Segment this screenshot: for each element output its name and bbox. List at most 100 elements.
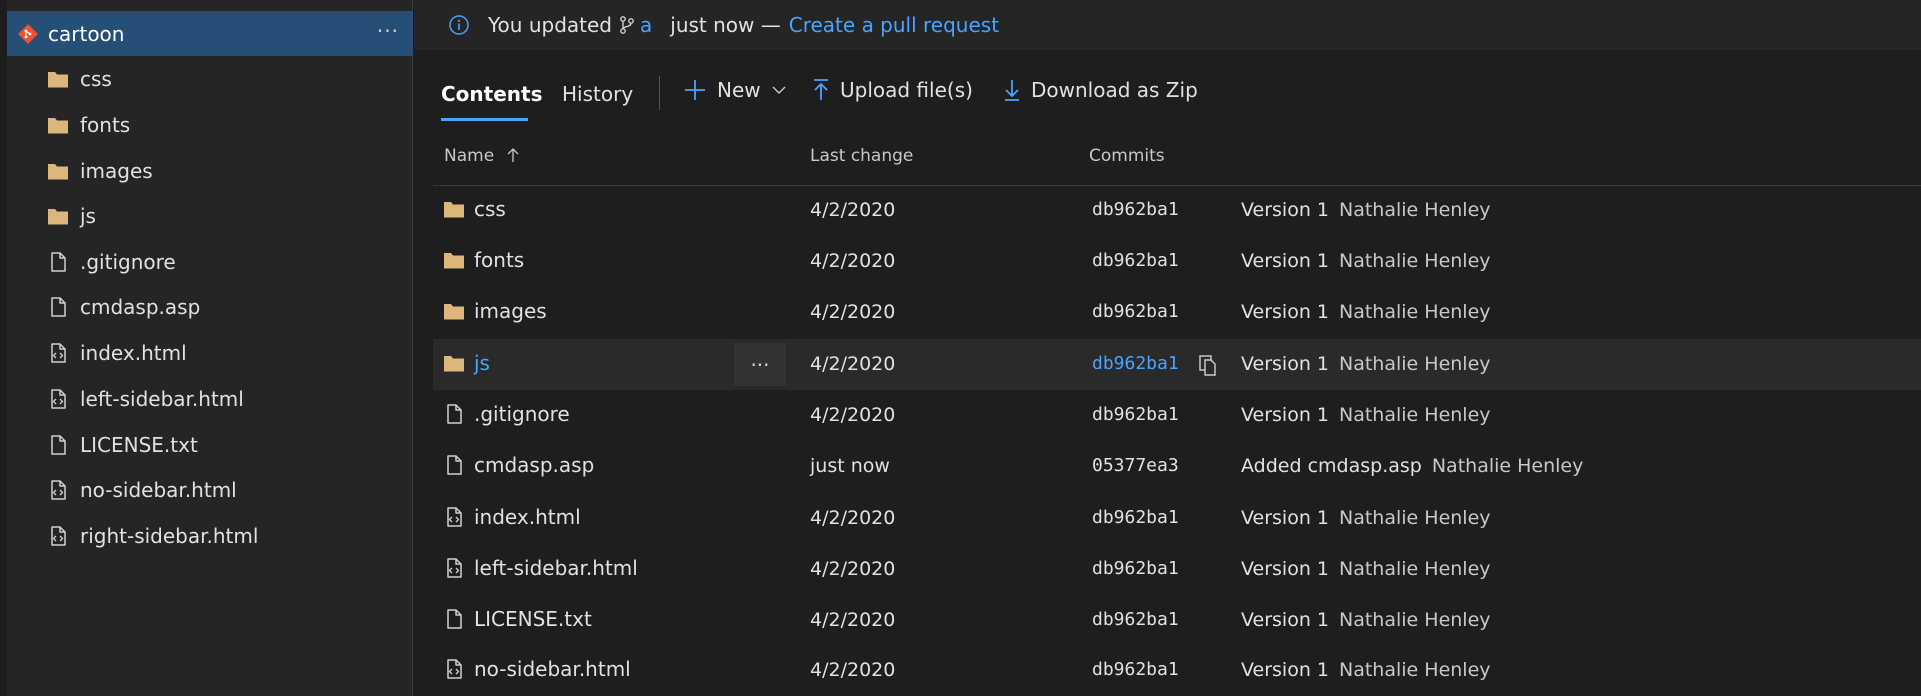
commit-id[interactable]: db962ba1 (1092, 301, 1179, 322)
new-button-label: New (717, 78, 761, 102)
column-header-name-label: Name (444, 146, 495, 166)
commit-message: Version 1 (1241, 404, 1329, 426)
sidebar-item-label: index.html (80, 341, 187, 365)
sidebar-item-cmdasp[interactable]: cmdasp.asp (47, 292, 200, 322)
folder-icon (443, 249, 465, 271)
commit-id[interactable]: db962ba1 (1092, 659, 1179, 680)
folder-icon (443, 300, 465, 322)
sidebar-item-fonts[interactable]: fonts (47, 110, 130, 140)
sidebar-item-js[interactable]: js (47, 201, 96, 231)
commit-id[interactable]: 05377ea3 (1092, 455, 1179, 476)
commit-message: Version 1 (1241, 353, 1329, 375)
column-header-last-change[interactable]: Last change (810, 146, 913, 166)
git-icon (18, 23, 38, 44)
file-name[interactable]: .gitignore (474, 402, 570, 426)
commit-author: Nathalie Henley (1339, 199, 1491, 221)
commit-id[interactable]: db962ba1 (1092, 250, 1179, 271)
commit-author: Nathalie Henley (1339, 404, 1491, 426)
arrow-up-icon (507, 148, 519, 162)
table-row[interactable]: images 4/2/2020 db962ba1 Version 1 Nathal… (433, 287, 1921, 338)
download-zip-button[interactable]: Download as Zip (1003, 78, 1198, 102)
commit-author: Nathalie Henley (1339, 558, 1491, 580)
upload-files-button[interactable]: Upload file(s) (812, 78, 973, 102)
sidebar-item-css[interactable]: css (47, 64, 112, 94)
column-header-name[interactable]: Name (444, 146, 520, 166)
info-icon (449, 15, 469, 35)
folder-icon (47, 68, 69, 90)
commit-id[interactable]: db962ba1 (1092, 404, 1179, 425)
file-name[interactable]: js (474, 351, 490, 375)
branch-icon (620, 16, 634, 34)
commit-author: Nathalie Henley (1339, 507, 1491, 529)
commit-author: Nathalie Henley (1431, 455, 1584, 477)
file-name[interactable]: fonts (474, 248, 524, 272)
commit-id[interactable]: db962ba1 (1092, 199, 1179, 220)
code-file-icon (47, 342, 69, 364)
copy-icon[interactable] (1197, 353, 1219, 377)
sidebar-item-index[interactable]: index.html (47, 338, 187, 368)
code-file-icon (443, 557, 465, 579)
commit-message: Version 1 (1241, 301, 1329, 323)
sidebar-item-images[interactable]: images (47, 156, 153, 186)
file-name[interactable]: index.html (474, 505, 581, 529)
table-row[interactable]: LICENSE.txt 4/2/2020 db962ba1 Version 1 N… (433, 595, 1921, 646)
create-pull-request-link[interactable]: Create a pull request (789, 13, 999, 37)
download-icon (1005, 80, 1019, 101)
folder-icon (443, 352, 465, 374)
sidebar-item-label: images (80, 159, 153, 183)
commit-id[interactable]: db962ba1 (1092, 609, 1179, 630)
commit-author: Nathalie Henley (1339, 250, 1491, 272)
table-row-hovered[interactable]: js ··· 4/2/2020 db962ba1 Version 1 Nathal… (433, 339, 1921, 390)
file-name[interactable]: left-sidebar.html (474, 556, 638, 580)
tab-history[interactable]: History (562, 82, 633, 106)
commit-message: Version 1 (1241, 609, 1329, 631)
table-row[interactable]: css 4/2/2020 db962ba1 Version 1 Nathalie … (433, 185, 1921, 236)
sidebar-item-label: js (80, 204, 96, 228)
banner-text: You updated (488, 13, 612, 37)
file-name[interactable]: no-sidebar.html (474, 657, 631, 681)
sidebar-item-right-sidebar[interactable]: right-sidebar.html (47, 521, 258, 551)
commit-id[interactable]: db962ba1 (1092, 507, 1179, 528)
tab-contents[interactable]: Contents (441, 82, 542, 106)
code-file-icon (443, 658, 465, 680)
file-name[interactable]: LICENSE.txt (474, 607, 592, 631)
last-change-date: 4/2/2020 (810, 199, 896, 221)
repo-sidebar: cartoon ··· css fonts images js .gitigno… (0, 0, 413, 696)
last-change-date: 4/2/2020 (810, 353, 896, 375)
repo-more-icon[interactable]: ··· (377, 19, 399, 43)
file-name[interactable]: cmdasp.asp (474, 453, 594, 477)
table-row[interactable]: cmdasp.asp just now 05377ea3 Added cmdas… (433, 441, 1921, 492)
sidebar-item-license[interactable]: LICENSE.txt (47, 430, 198, 460)
file-icon (47, 296, 69, 318)
commit-id[interactable]: db962ba1 (1092, 558, 1179, 579)
folder-icon (47, 160, 69, 182)
toolbar-divider (659, 76, 660, 110)
sidebar-item-label: right-sidebar.html (80, 524, 259, 548)
branch-link[interactable]: a (640, 13, 652, 37)
table-row[interactable]: index.html 4/2/2020 db962ba1 Version 1 Na… (433, 493, 1921, 544)
commit-message: Version 1 (1241, 558, 1329, 580)
table-row[interactable]: left-sidebar.html 4/2/2020 db962ba1 Vers… (433, 544, 1921, 595)
new-button[interactable]: New (683, 78, 787, 102)
sidebar-item-gitignore[interactable]: .gitignore (47, 247, 176, 277)
sidebar-item-label: css (80, 67, 112, 91)
row-more-options-icon[interactable]: ··· (734, 343, 786, 386)
table-row[interactable]: fonts 4/2/2020 db962ba1 Version 1 Nathali… (433, 236, 1921, 287)
code-file-icon (47, 479, 69, 501)
table-row[interactable]: no-sidebar.html 4/2/2020 db962ba1 Versio… (433, 645, 1921, 696)
file-name[interactable]: css (474, 197, 506, 221)
folder-icon (47, 114, 69, 136)
sidebar-item-no-sidebar[interactable]: no-sidebar.html (47, 475, 237, 505)
last-change-date: 4/2/2020 (810, 250, 896, 272)
sidebar-item-label: left-sidebar.html (80, 387, 244, 411)
last-change-date: 4/2/2020 (810, 558, 896, 580)
repo-tree-root[interactable]: cartoon ··· (7, 11, 413, 56)
table-row[interactable]: .gitignore 4/2/2020 db962ba1 Version 1 Na… (433, 390, 1921, 441)
sidebar-item-left-sidebar[interactable]: left-sidebar.html (47, 384, 244, 414)
file-name[interactable]: images (474, 299, 547, 323)
column-header-commits[interactable]: Commits (1089, 146, 1165, 166)
commit-author: Nathalie Henley (1339, 659, 1491, 681)
last-change-date: 4/2/2020 (810, 659, 896, 681)
sidebar-item-label: fonts (80, 113, 131, 137)
commit-id-link[interactable]: db962ba1 (1092, 353, 1179, 374)
